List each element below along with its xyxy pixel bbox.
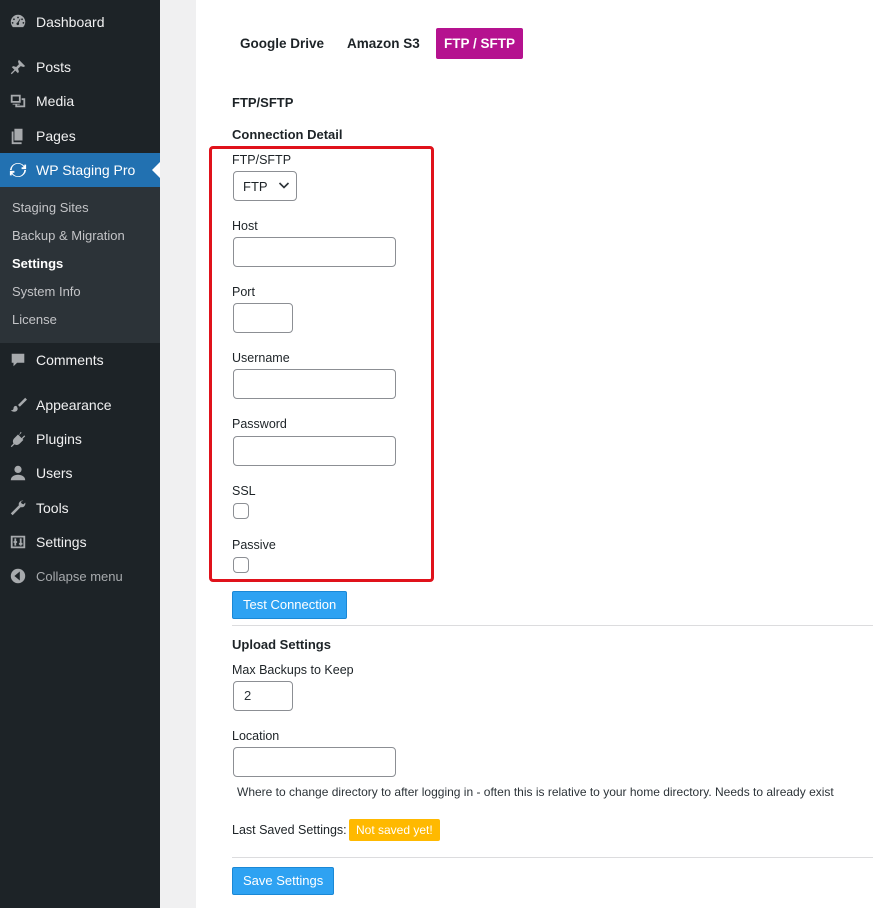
menu-tools[interactable]: Tools	[0, 491, 160, 525]
menu-collapse[interactable]: Collapse menu	[0, 559, 160, 593]
location-label: Location	[232, 729, 280, 743]
settings-panel: Google Drive Amazon S3 FTP / SFTP FTP/SF…	[196, 0, 873, 908]
media-icon	[0, 92, 36, 110]
host-label: Host	[232, 219, 258, 233]
menu-plugins[interactable]: Plugins	[0, 422, 160, 456]
menu-label: Pages	[36, 128, 76, 144]
submenu-system-info[interactable]: System Info	[0, 278, 160, 306]
refresh-icon	[0, 161, 36, 179]
chevron-down-icon	[278, 179, 290, 194]
last-saved-label: Last Saved Settings:	[232, 823, 347, 837]
passive-label: Passive	[232, 538, 276, 552]
submenu-license[interactable]: License	[0, 306, 160, 334]
menu-label: WP Staging Pro	[36, 162, 136, 178]
dashboard-icon	[0, 13, 36, 31]
menu-pages[interactable]: Pages	[0, 119, 160, 153]
location-help-text: Where to change directory to after loggi…	[237, 785, 834, 799]
password-input[interactable]	[233, 436, 396, 466]
menu-users[interactable]: Users	[0, 456, 160, 490]
port-input[interactable]	[233, 303, 293, 333]
menu-label: Users	[36, 465, 73, 481]
paintbrush-icon	[0, 396, 36, 414]
tab-ftp-sftp[interactable]: FTP / SFTP	[436, 28, 524, 59]
max-backups-label: Max Backups to Keep	[232, 663, 354, 677]
menu-label: Tools	[36, 500, 69, 516]
pin-icon	[0, 58, 36, 76]
menu-appearance[interactable]: Appearance	[0, 388, 160, 422]
submenu-staging-sites[interactable]: Staging Sites	[0, 194, 160, 222]
menu-wp-staging[interactable]: WP Staging Pro	[0, 153, 160, 187]
pages-icon	[0, 127, 36, 145]
test-connection-button[interactable]: Test Connection	[232, 591, 348, 619]
menu-settings[interactable]: Settings	[0, 525, 160, 559]
menu-comments[interactable]: Comments	[0, 343, 160, 377]
passive-checkbox[interactable]	[233, 557, 249, 573]
sliders-icon	[0, 533, 36, 551]
username-label: Username	[232, 351, 290, 365]
status-badge: Not saved yet!	[349, 819, 440, 841]
tab-google-drive[interactable]: Google Drive	[232, 28, 332, 59]
menu-label: Media	[36, 93, 75, 109]
submenu-backup-migration[interactable]: Backup & Migration	[0, 222, 160, 250]
divider	[232, 857, 873, 858]
menu-media[interactable]: Media	[0, 84, 160, 118]
menu-label: Dashboard	[36, 14, 105, 30]
wrench-icon	[0, 499, 36, 517]
menu-label: Settings	[36, 534, 87, 550]
menu-posts[interactable]: Posts	[0, 50, 160, 84]
location-input[interactable]	[233, 747, 396, 777]
save-settings-button[interactable]: Save Settings	[232, 867, 335, 895]
username-input[interactable]	[233, 369, 396, 399]
upload-settings-heading: Upload Settings	[232, 637, 331, 652]
menu-label: Posts	[36, 59, 72, 75]
max-backups-input[interactable]: 2	[233, 681, 293, 711]
menu-label: Collapse menu	[36, 568, 123, 584]
plug-icon	[0, 430, 36, 448]
ftp-type-value: FTP	[243, 178, 268, 194]
password-label: Password	[232, 417, 287, 431]
submenu-settings[interactable]: Settings	[0, 250, 160, 278]
menu-label: Comments	[36, 352, 104, 368]
menu-dashboard[interactable]: Dashboard	[0, 5, 160, 39]
tab-amazon-s3[interactable]: Amazon S3	[339, 28, 428, 59]
menu-label: Appearance	[36, 397, 112, 413]
divider	[232, 625, 873, 626]
collapse-icon	[0, 567, 36, 585]
port-label: Port	[232, 285, 255, 299]
section-title: FTP/SFTP	[232, 95, 294, 110]
menu-label: Plugins	[36, 431, 82, 447]
ftp-type-select[interactable]: FTP	[233, 171, 297, 201]
ftp-type-label: FTP/SFTP	[232, 153, 292, 167]
user-icon	[0, 464, 36, 482]
admin-sidebar: Dashboard Posts Media Pages WP Staging P…	[0, 0, 160, 908]
host-input[interactable]	[233, 237, 396, 267]
wp-staging-submenu: Staging Sites Backup & Migration Setting…	[0, 187, 160, 343]
comment-icon	[0, 351, 36, 369]
ssl-checkbox[interactable]	[233, 503, 249, 519]
connection-detail-heading: Connection Detail	[232, 127, 343, 142]
ssl-label: SSL	[232, 484, 256, 498]
